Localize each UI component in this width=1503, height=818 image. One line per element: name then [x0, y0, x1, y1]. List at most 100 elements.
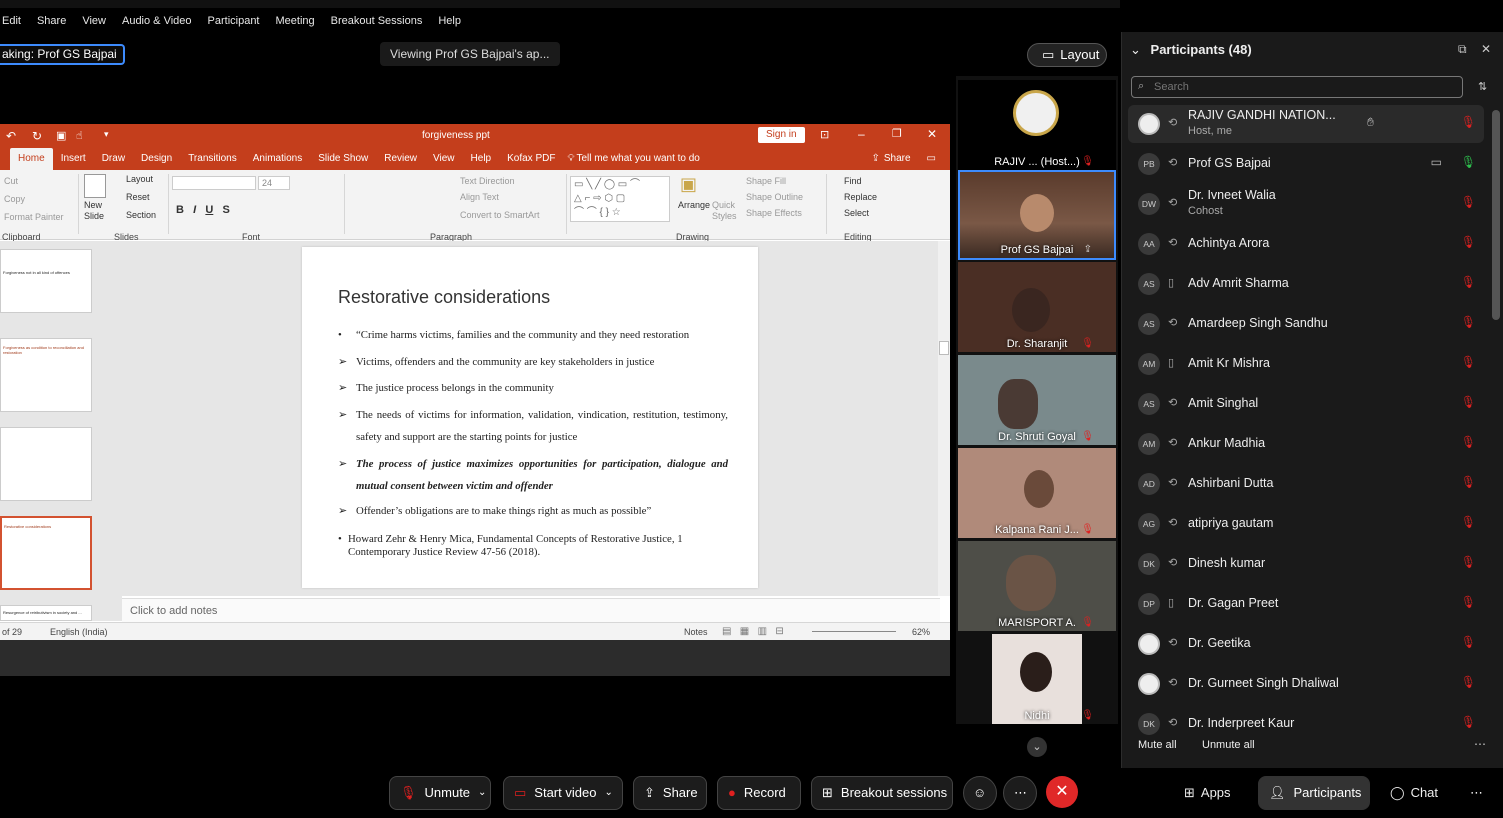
menu-audio-video[interactable]: Audio & Video [114, 10, 200, 32]
mic-muted-icon[interactable]: 🎙︎ [1461, 195, 1476, 209]
mic-muted-icon[interactable]: 🎙︎ [1461, 315, 1476, 329]
quick-styles-button[interactable]: Quick Styles [712, 200, 740, 222]
font-name-field[interactable] [172, 176, 256, 190]
menu-help[interactable]: Help [430, 10, 469, 32]
start-video-button[interactable]: ▭ Start video ⌄ [503, 776, 623, 810]
tab-insert[interactable]: Insert [53, 148, 94, 170]
mic-muted-icon[interactable]: 🎙︎ [1461, 115, 1476, 129]
toolbar-more-button[interactable]: ⋯ [1470, 776, 1483, 810]
cut-button[interactable]: Cut [4, 176, 18, 186]
participants-toggle-button[interactable]: 👤︎ Participants [1258, 776, 1370, 810]
menu-view[interactable]: View [74, 10, 114, 32]
panel-more-icon[interactable]: ⋯ [1474, 737, 1486, 751]
panel-close-icon[interactable]: ✕ [1481, 42, 1491, 56]
tab-slide-show[interactable]: Slide Show [310, 148, 376, 170]
unmute-button[interactable]: 🎙︎ Unmute ⌄ [389, 776, 491, 810]
video-tile-dr-shruti-goyal[interactable]: Dr. Shruti Goyal 🎙︎ [958, 355, 1116, 445]
shape-effects-button[interactable]: Shape Effects [746, 208, 802, 218]
tab-design[interactable]: Design [133, 148, 180, 170]
shapes-gallery[interactable]: ▭ ╲ ╱ ◯ ▭ ⌒ △ ⌐ ⇨ ⬡ ▢ ⌒ ⌒ { } ☆ [570, 176, 670, 222]
menu-breakout-sessions[interactable]: Breakout Sessions [323, 10, 431, 32]
participant-row[interactable]: AA ⟲ Achintya Arora 🎙︎ [1128, 225, 1484, 263]
replace-button[interactable]: Replace [844, 192, 877, 202]
slide-thumbnail[interactable] [0, 427, 92, 501]
video-tile-nidhi[interactable]: Nidhi 🎙︎ [958, 634, 1116, 724]
select-button[interactable]: Select [844, 208, 869, 218]
mute-all-button[interactable]: Mute all [1138, 739, 1177, 751]
font-size-field[interactable]: 24 [258, 176, 290, 190]
video-tile-kalpana-rani[interactable]: Kalpana Rani J... 🎙︎ [958, 448, 1116, 538]
participant-row[interactable]: DP ▯ Dr. Gagan Preet 🎙︎ [1128, 585, 1484, 623]
video-tile-prof-gs-bajpai[interactable]: Prof GS Bajpai ⇪ [958, 170, 1116, 260]
video-tile-dr-sharanjit[interactable]: Dr. Sharanjit 🎙︎ [958, 262, 1116, 352]
participant-row[interactable]: AS ⟲ Amit Singhal 🎙︎ [1128, 385, 1484, 423]
end-meeting-button[interactable]: ✕ [1046, 776, 1078, 808]
participant-row[interactable]: ⟲ Dr. Gurneet Singh Dhaliwal 🎙︎ [1128, 665, 1484, 703]
bold-icon[interactable]: B I U S [176, 204, 230, 216]
new-slide-button[interactable]: New Slide [84, 200, 112, 222]
participant-row[interactable]: ⟲ Dr. Geetika 🎙︎ [1128, 625, 1484, 663]
reset-button[interactable]: Reset [126, 192, 150, 202]
breakout-sessions-button[interactable]: ⊞ Breakout sessions [811, 776, 953, 810]
ppt-share-button[interactable]: Share [882, 148, 919, 170]
reactions-button[interactable]: ☺ [963, 776, 997, 810]
text-direction-button[interactable]: Text Direction [460, 176, 515, 186]
current-slide[interactable]: Restorative considerations • “Crime harm… [302, 247, 758, 588]
participant-row[interactable]: AS ▯ Adv Amrit Sharma 🎙︎ [1128, 265, 1484, 303]
shape-fill-button[interactable]: Shape Fill [746, 176, 786, 186]
share-button[interactable]: ⇪ Share [633, 776, 707, 810]
notes-pane[interactable]: Click to add notes [122, 598, 940, 622]
participant-row[interactable]: PB ⟲ Prof GS Bajpai ▭ 🎙︎ [1128, 145, 1484, 183]
chevron-down-icon[interactable]: ⌄ [1130, 42, 1141, 57]
participants-scrollbar[interactable] [1492, 110, 1500, 320]
arrange-button[interactable]: Arrange [678, 200, 710, 210]
menu-edit[interactable]: Edit [0, 10, 29, 32]
participants-search-input[interactable] [1131, 76, 1463, 98]
slide-thumbnail[interactable]: Forgiveness as condition to reconciliati… [0, 338, 92, 412]
convert-smartart-button[interactable]: Convert to SmartArt [460, 210, 540, 220]
unmute-all-button[interactable]: Unmute all [1202, 739, 1255, 751]
sort-icon[interactable]: ⇅ [1478, 80, 1487, 93]
more-options-button[interactable]: ⋯ [1003, 776, 1037, 810]
slide-vertical-scrollbar[interactable] [938, 241, 950, 596]
record-button[interactable]: ● Record [717, 776, 801, 810]
mic-muted-icon[interactable]: 🎙︎ [1461, 635, 1476, 649]
tab-help[interactable]: Help [463, 148, 500, 170]
chevron-down-icon[interactable]: ⌄ [604, 777, 612, 809]
mic-muted-icon[interactable]: 🎙︎ [1461, 275, 1476, 289]
tab-kofax-pdf[interactable]: Kofax PDF [499, 148, 563, 170]
participant-row[interactable]: DK ⟲ Dinesh kumar 🎙︎ [1128, 545, 1484, 583]
mic-muted-icon[interactable]: 🎙︎ [1461, 435, 1476, 449]
tab-home[interactable]: Home [10, 148, 53, 170]
zoom-slider[interactable] [812, 631, 896, 632]
scroll-thumb[interactable] [939, 341, 949, 355]
tab-review[interactable]: Review [376, 148, 425, 170]
participant-row[interactable]: AD ⟲ Ashirbani Dutta 🎙︎ [1128, 465, 1484, 503]
comments-icon[interactable]: ▭ [919, 148, 950, 170]
participant-row[interactable]: AG ⟲ atipriya gautam 🎙︎ [1128, 505, 1484, 543]
mic-muted-icon[interactable]: 🎙︎ [1461, 595, 1476, 609]
mic-muted-icon[interactable]: 🎙︎ [1461, 395, 1476, 409]
notes-toggle[interactable]: Notes [684, 623, 708, 641]
mic-muted-icon[interactable]: 🎙︎ [1461, 475, 1476, 489]
copy-button[interactable]: Copy [4, 194, 25, 204]
mic-muted-icon[interactable]: 🎙︎ [1461, 555, 1476, 569]
tell-me-search[interactable]: Tell me what you want to do [576, 148, 707, 170]
participant-row[interactable]: DW ⟲ Dr. Ivneet Walia Cohost 🎙︎ [1128, 185, 1484, 223]
slide-thumbnail[interactable]: Resurgence of retributivism in society a… [0, 605, 92, 621]
mic-muted-icon[interactable]: 🎙︎ [1461, 675, 1476, 689]
mic-muted-icon[interactable]: 🎙︎ [1461, 715, 1476, 729]
find-button[interactable]: Find [844, 176, 862, 186]
tab-view[interactable]: View [425, 148, 463, 170]
section-dropdown[interactable]: Section [126, 210, 156, 220]
video-strip-scroll-down-icon[interactable]: ⌄ [1027, 737, 1047, 757]
participant-row[interactable]: AM ⟲ Ankur Madhia 🎙︎ [1128, 425, 1484, 463]
layout-button[interactable]: ▭ Layout [1027, 43, 1107, 67]
view-buttons-icon[interactable]: ▤ ▦ ▥ ⊟ [722, 623, 784, 641]
mic-muted-icon[interactable]: 🎙︎ [1461, 515, 1476, 529]
sign-in-button[interactable]: Sign in [758, 127, 805, 143]
mic-muted-icon[interactable]: 🎙︎ [1461, 235, 1476, 249]
apps-button[interactable]: ⊞ Apps [1184, 776, 1231, 810]
shape-outline-button[interactable]: Shape Outline [746, 192, 803, 202]
participant-row[interactable]: DK ⟲ Dr. Inderpreet Kaur 🎙︎ [1128, 705, 1484, 743]
